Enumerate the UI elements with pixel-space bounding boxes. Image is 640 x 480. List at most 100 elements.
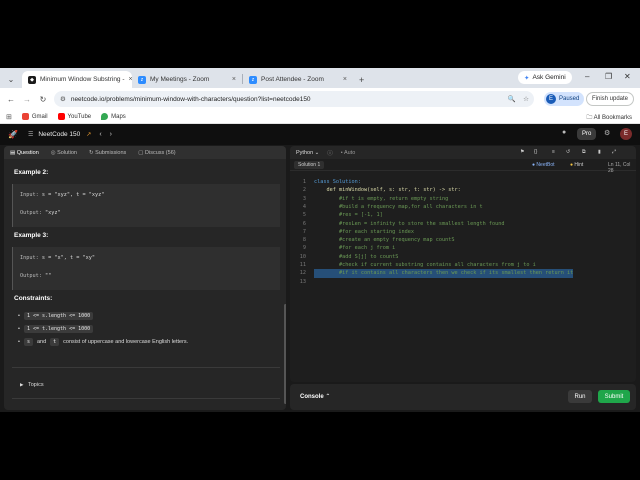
- code-line[interactable]: #create an empty frequency map countS: [314, 236, 455, 244]
- code-line[interactable]: #resLen = infinity to store the smallest…: [314, 220, 505, 228]
- info-icon[interactable]: ⓘ: [327, 149, 333, 157]
- scrollbar[interactable]: [284, 304, 286, 404]
- code-line[interactable]: #for each starting index: [314, 228, 414, 236]
- constraint-code: s: [23, 338, 33, 346]
- tab-solution[interactable]: ◎ Solution: [51, 150, 77, 156]
- finish-update-button[interactable]: Finish update: [586, 92, 635, 106]
- example-2-heading: Example 2:: [14, 169, 49, 176]
- constraint-text: and: [36, 339, 47, 345]
- gemini-icon: ✦: [524, 74, 530, 82]
- mode-label: Auto: [343, 149, 356, 156]
- apps-grid-icon[interactable]: ⊞: [6, 113, 12, 121]
- input-label: Input:: [20, 192, 39, 198]
- tab-submissions[interactable]: ↻ Submissions: [89, 150, 126, 156]
- close-window-icon[interactable]: ✕: [624, 72, 631, 81]
- sidebar-icon[interactable]: ▮: [598, 149, 601, 155]
- tab-label: Solution: [57, 149, 77, 156]
- auto-mode[interactable]: • Auto: [341, 150, 355, 156]
- code-line[interactable]: #build a frequency map,for all character…: [314, 203, 483, 211]
- code-line[interactable]: #for each j from i: [314, 244, 395, 252]
- constraint-code: 1 <= s.length <= 1000: [23, 312, 94, 320]
- streak-icon[interactable]: ●: [562, 129, 566, 136]
- close-tab-icon[interactable]: ×: [343, 76, 347, 83]
- code-line[interactable]: #if t is empty, return empty string: [314, 195, 448, 203]
- line-number: 2: [302, 187, 306, 194]
- tab-question[interactable]: ▤ Question: [10, 150, 39, 156]
- input-label: Input:: [20, 255, 39, 261]
- minimize-icon[interactable]: –: [585, 72, 589, 81]
- bookmark-maps[interactable]: Maps: [101, 113, 126, 120]
- line-number: 5: [302, 212, 306, 219]
- code-line[interactable]: #if it contains all characters then we c…: [314, 269, 574, 278]
- tab-minimum-window[interactable]: ◆ Minimum Window Substring - ×: [22, 71, 132, 88]
- external-link-icon[interactable]: ↗: [86, 131, 91, 138]
- code-line[interactable]: #add S[j] to countS: [314, 253, 398, 261]
- line-number: 9: [302, 245, 306, 252]
- settings-gear-icon[interactable]: ⚙: [604, 129, 610, 137]
- neetbot-label: NeetBot: [536, 162, 555, 168]
- new-tab-icon[interactable]: +: [359, 75, 364, 85]
- neetcode-favicon-icon: ◆: [28, 75, 36, 84]
- code-line[interactable]: class Solution:: [314, 178, 361, 186]
- tab-solution-1[interactable]: Solution 1: [294, 160, 325, 169]
- topics-label: Topics: [28, 382, 44, 388]
- tab-discuss[interactable]: ▢ Discuss (56): [138, 150, 175, 156]
- ask-gemini-button[interactable]: ✦ Ask Gemini: [518, 71, 572, 84]
- expand-icon[interactable]: ⤢: [612, 149, 616, 155]
- zoom-icon[interactable]: 🔍: [508, 95, 516, 103]
- url-bar[interactable]: ⚙ neetcode.io/problems/minimum-window-wi…: [54, 91, 534, 107]
- example-2-input: s = "xyz", t = "xyz": [41, 192, 105, 198]
- neetcode-logo-icon[interactable]: 🚀: [8, 130, 18, 139]
- site-info-icon[interactable]: ⚙: [60, 95, 66, 103]
- line-number: 7: [302, 228, 306, 235]
- hint-button[interactable]: ● Hint: [570, 162, 583, 168]
- output-label: Output:: [20, 273, 42, 279]
- bookmark-icon[interactable]: ⚑: [520, 149, 524, 155]
- neetbot-button[interactable]: ● NeetBot: [532, 162, 555, 168]
- tab-post-attendee[interactable]: z Post Attendee - Zoom ×: [243, 71, 353, 88]
- copy-icon[interactable]: ⧉: [582, 149, 586, 155]
- hint-label: Hint: [574, 162, 584, 168]
- bullet-dot-icon: •: [18, 326, 20, 332]
- language-select[interactable]: Python ⌄: [296, 150, 319, 156]
- history-icon[interactable]: ↺: [566, 149, 570, 155]
- code-line[interactable]: def minWindow(self, s: str, t: str) -> s…: [314, 186, 460, 194]
- constraint-item: • 1 <= s.length <= 1000: [18, 312, 94, 320]
- run-button[interactable]: Run: [568, 390, 592, 403]
- tab-search-icon[interactable]: ⌄: [0, 75, 22, 84]
- bookmark-star-icon[interactable]: ☆: [523, 95, 529, 103]
- code-line[interactable]: #check if current substring contains all…: [314, 261, 536, 269]
- braces-icon[interactable]: {}: [534, 149, 537, 155]
- maximize-icon[interactable]: ❐: [605, 72, 612, 81]
- bookmark-gmail[interactable]: Gmail: [21, 113, 48, 120]
- output-label: Output:: [20, 210, 42, 216]
- problem-list-name[interactable]: NeetCode 150: [38, 131, 80, 138]
- forward-icon[interactable]: →: [19, 95, 35, 104]
- tab-my-meetings[interactable]: z My Meetings - Zoom ×: [132, 71, 242, 88]
- tab-label: Submissions: [95, 149, 127, 156]
- prev-problem-icon[interactable]: ‹: [99, 131, 101, 138]
- line-number: 10: [299, 253, 306, 260]
- bookmark-youtube[interactable]: YouTube: [57, 113, 91, 120]
- next-problem-icon[interactable]: ›: [110, 131, 112, 138]
- editor-toolbar: Python ⌄ ⓘ • Auto ⚑ {} ≡ ↺ ⧉ ▮ ⤢: [290, 146, 636, 159]
- profile-button[interactable]: E Paused: [544, 92, 585, 106]
- pro-button[interactable]: Pro: [577, 128, 597, 140]
- submit-button[interactable]: Submit: [598, 390, 630, 403]
- user-avatar[interactable]: E: [620, 128, 632, 140]
- ask-gemini-label: Ask Gemini: [532, 74, 566, 81]
- code-line[interactable]: #res = [-1, 1]: [314, 211, 383, 219]
- console-bar: Console ⌃ Run Submit: [290, 384, 636, 410]
- format-icon[interactable]: ≡: [552, 149, 555, 155]
- back-icon[interactable]: ←: [3, 95, 19, 104]
- browser-window: ⌄ ◆ Minimum Window Substring - × z My Me…: [0, 68, 640, 412]
- console-toggle[interactable]: Console ⌃: [300, 393, 330, 400]
- bookmark-label: Maps: [111, 113, 126, 120]
- all-bookmarks[interactable]: 🗀 All Bookmarks: [586, 113, 632, 123]
- constraint-item: • 1 <= t.length <= 1000: [18, 325, 94, 333]
- reload-icon[interactable]: ↻: [35, 95, 51, 104]
- topics-toggle[interactable]: ▶ Topics: [20, 382, 44, 388]
- close-tab-icon[interactable]: ×: [232, 76, 236, 83]
- divider: [12, 398, 280, 399]
- run-label: Run: [574, 393, 586, 400]
